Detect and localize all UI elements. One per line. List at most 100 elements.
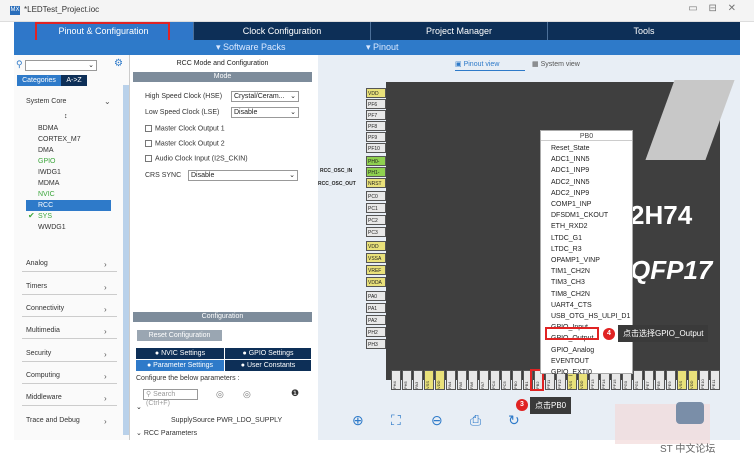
pin-pa3[interactable]: PA3 xyxy=(413,370,423,390)
menu-item-tim3-ch3[interactable]: TIM3_CH3 xyxy=(551,279,585,286)
zoom-out-icon[interactable]: ⊖ xyxy=(431,412,443,429)
pin-pc0[interactable]: PC0 xyxy=(366,191,386,201)
system-item-iwdg1[interactable]: IWDG1 xyxy=(38,169,61,176)
pin-ph0[interactable]: PH0- xyxy=(366,156,386,166)
pin-vssa[interactable]: VSSA xyxy=(366,253,386,263)
tab-clock-configuration[interactable]: Clock Configuration xyxy=(194,22,371,40)
pin-pe9[interactable]: PE9 xyxy=(666,370,676,390)
pin-pf8[interactable]: PF8 xyxy=(366,121,386,131)
tab-parameter-settings[interactable]: ● Parameter Settings xyxy=(136,360,224,371)
pin-vdd[interactable]: VDD xyxy=(688,370,698,390)
rcc-parameters-group[interactable]: ⌄ RCC Parameters xyxy=(136,429,197,437)
tab-categories[interactable]: Categories xyxy=(17,75,61,86)
pin-pa7[interactable]: PA7 xyxy=(479,370,489,390)
category-search-input[interactable]: ⌄ xyxy=(25,60,97,71)
menu-item-adc2-inp9[interactable]: ADC2_INP9 xyxy=(551,190,589,197)
pin-pa6[interactable]: PA6 xyxy=(468,370,478,390)
menu-item-ltdc-g1[interactable]: LTDC_G1 xyxy=(551,235,582,242)
param-search-input[interactable]: ⚲ Search (Ctrl+F) xyxy=(143,389,198,407)
pin-pe11[interactable]: PE11 xyxy=(710,370,720,390)
pin-pa4[interactable]: PA4 xyxy=(446,370,456,390)
pin-vdd[interactable]: VDD xyxy=(435,370,445,390)
menu-item-eventout[interactable]: EVENTOUT xyxy=(551,358,589,365)
pinout-view-toggle[interactable]: ▣ Pinout view xyxy=(455,60,499,68)
supply-row[interactable]: SupplySource PWR_LDO_SUPPLY xyxy=(171,417,282,424)
tab-tools[interactable]: Tools xyxy=(548,22,740,40)
software-packs-menu[interactable]: ▾ Software Packs xyxy=(216,42,286,53)
pin-pa5[interactable]: PA5 xyxy=(457,370,467,390)
pin-pe7[interactable]: PE7 xyxy=(644,370,654,390)
menu-item-tim1-ch2n[interactable]: TIM1_CH2N xyxy=(551,268,590,275)
pin-pc5[interactable]: PC5 xyxy=(501,370,511,390)
category-trace-debug[interactable]: Trace and Debug › xyxy=(26,417,107,426)
tab-a-z[interactable]: A->Z xyxy=(61,75,87,86)
pin-ph2[interactable]: PH2 xyxy=(366,327,386,337)
pin-vref[interactable]: VREF xyxy=(366,265,386,275)
category-system-core[interactable]: System Core ⌄ xyxy=(26,97,111,106)
pin-pe10[interactable]: PE10 xyxy=(699,370,709,390)
system-item-mdma[interactable]: MDMA xyxy=(38,180,59,187)
pin-pc1[interactable]: PC1 xyxy=(366,203,386,213)
pin-pc4[interactable]: PC4 xyxy=(490,370,500,390)
category-timers[interactable]: Timers › xyxy=(26,283,107,292)
tab-nvic-settings[interactable]: ● NVIC Settings xyxy=(136,348,224,359)
pin-pf10[interactable]: PF10 xyxy=(366,143,386,153)
pin-pf6[interactable]: PF6 xyxy=(366,99,386,109)
chevron-down-icon[interactable]: ⌄ xyxy=(136,403,142,411)
menu-item-ltdc-r3[interactable]: LTDC_R3 xyxy=(551,246,582,253)
menu-item-adc2-inn5[interactable]: ADC2_INN5 xyxy=(551,179,590,186)
pin-pc3[interactable]: PC3 xyxy=(366,227,386,237)
pin-ph5[interactable]: PH5 xyxy=(402,370,412,390)
info-icon[interactable]: ❶ xyxy=(291,388,299,399)
menu-item-eth-rxd2[interactable]: ETH_RXD2 xyxy=(551,223,588,230)
pin-pg1[interactable]: PG1 xyxy=(633,370,643,390)
pin-pc2[interactable]: PC2 xyxy=(366,215,386,225)
menu-item-gpio-exti0[interactable]: GPIO_EXTI0 xyxy=(551,369,592,376)
system-item-rcc[interactable]: RCC xyxy=(38,202,53,209)
gear-icon[interactable]: ⚙ xyxy=(114,58,123,69)
pin-ph1[interactable]: PH1- xyxy=(366,167,386,177)
pin-pe8[interactable]: PE8 xyxy=(655,370,665,390)
menu-item-reset-state[interactable]: Reset_State xyxy=(551,145,590,152)
menu-item-usb-otg-hs-ulpi-d1[interactable]: USB_OTG_HS_ULPI_D1 xyxy=(551,313,630,320)
pin-pa1[interactable]: PA1 xyxy=(366,303,386,313)
fit-screen-icon[interactable]: ⛶ xyxy=(391,412,401,429)
rotate-icon[interactable]: ↻ xyxy=(508,412,520,429)
pin-vdd[interactable]: VDD xyxy=(366,88,386,98)
menu-item-comp1-inp[interactable]: COMP1_INP xyxy=(551,201,591,208)
menu-item-adc1-inn5[interactable]: ADC1_INN5 xyxy=(551,156,590,163)
system-item-nvic[interactable]: NVIC xyxy=(38,191,55,198)
pin-vdda[interactable]: VDDA xyxy=(366,277,386,287)
system-item-dma[interactable]: DMA xyxy=(38,147,54,154)
system-item-wwdg1[interactable]: WWDG1 xyxy=(38,224,66,231)
lse-select[interactable]: Disable ⌄ xyxy=(231,107,299,118)
hse-select[interactable]: Crystal/Ceram... ⌄ xyxy=(231,91,299,102)
pin-pa0[interactable]: PA0 xyxy=(366,291,386,301)
pin-ph4[interactable]: PH4 xyxy=(391,370,401,390)
category-multimedia[interactable]: Multimedia › xyxy=(26,327,107,336)
menu-item-adc1-inp9[interactable]: ADC1_INP9 xyxy=(551,167,589,174)
menu-item-tim8-ch2n[interactable]: TIM8_CH2N xyxy=(551,291,590,298)
pinout-menu[interactable]: ▾ Pinout xyxy=(366,42,399,53)
system-item-sys[interactable]: SYS xyxy=(38,213,52,220)
reset-configuration-button[interactable]: Reset Configuration xyxy=(137,330,222,341)
pin-vss[interactable]: VSS xyxy=(424,370,434,390)
menu-item-opamp1-vinp[interactable]: OPAMP1_VINP xyxy=(551,257,600,264)
export-icon[interactable]: ⎙ xyxy=(470,412,481,429)
system-item-gpio[interactable]: GPIO xyxy=(38,158,56,165)
crs-select[interactable]: Disable ⌄ xyxy=(188,170,298,181)
pin-ph3[interactable]: PH3 xyxy=(366,339,386,349)
sort-icon[interactable]: ↕ xyxy=(64,113,68,120)
mco1-checkbox[interactable]: Master Clock Output 1 xyxy=(145,125,225,132)
menu-item-dfsdm1-ckout[interactable]: DFSDM1_CKOUT xyxy=(551,212,608,219)
pin-vss[interactable]: VSS xyxy=(677,370,687,390)
audio-clock-checkbox[interactable]: Audio Clock Input (I2S_CKIN) xyxy=(145,155,248,162)
tab-project-manager[interactable]: Project Manager xyxy=(371,22,548,40)
pin-nrst[interactable]: NRST xyxy=(366,178,386,188)
category-security[interactable]: Security › xyxy=(26,350,107,359)
pin-pa2[interactable]: PA2 xyxy=(366,315,386,325)
pin-pb0[interactable]: PB0 xyxy=(512,370,522,390)
category-middleware[interactable]: Middleware › xyxy=(26,394,107,403)
menu-item-uart4-cts[interactable]: UART4_CTS xyxy=(551,302,592,309)
system-item-bdma[interactable]: BDMA xyxy=(38,125,58,132)
